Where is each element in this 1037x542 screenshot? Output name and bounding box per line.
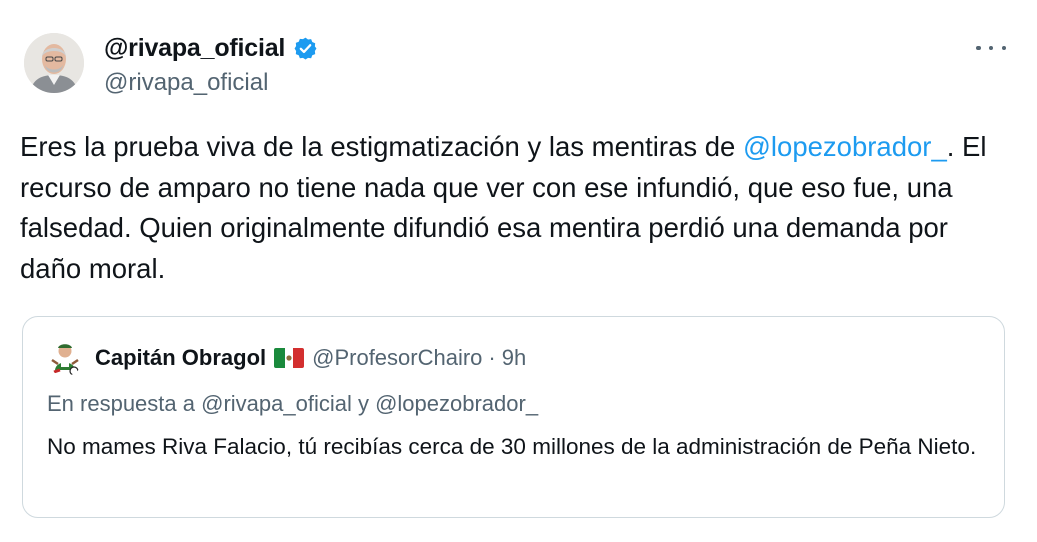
reply-context: En respuesta a @rivapa_oficial y @lopezo…	[47, 391, 538, 417]
header-separator: ·	[488, 345, 496, 370]
quoted-author-avatar[interactable]	[47, 340, 83, 376]
author-handle[interactable]: @rivapa_oficial	[104, 69, 268, 97]
tweet-card: @rivapa_oficial @rivapa_oficial Eres la …	[0, 0, 1037, 542]
quoted-author-name[interactable]: Capitán Obragol	[95, 345, 266, 371]
author-avatar[interactable]	[24, 33, 84, 93]
tweet-text: Eres la prueba viva de la estigmatizació…	[20, 127, 1010, 289]
quoted-author-handle[interactable]: @ProfesorChairo	[312, 345, 482, 371]
quoted-tweet[interactable]: Capitán Obragol @ProfesorChairo · 9h En …	[22, 316, 1005, 518]
author-avatar-image	[24, 33, 84, 93]
quoted-tweet-text: No mames Riva Falacio, tú recibías cerca…	[47, 434, 977, 459]
tweet-mention-link[interactable]: @lopezobrador_	[743, 131, 947, 162]
tweet-text-part1: Eres la prueba viva de la estigmatizació…	[20, 131, 743, 162]
verified-badge-icon[interactable]	[293, 36, 318, 61]
reply-mention-rivapa[interactable]: @rivapa_oficial	[201, 391, 352, 416]
author-name-row: @rivapa_oficial	[104, 32, 318, 64]
mexico-flag-icon	[274, 348, 305, 368]
quoted-tweet-time[interactable]: 9h	[502, 345, 526, 371]
author-display-name[interactable]: @rivapa_oficial	[104, 34, 285, 63]
reply-joiner: y	[351, 391, 376, 416]
reply-mention-lopezobrador[interactable]: @lopezobrador_	[375, 391, 538, 416]
reply-prefix: En respuesta a	[47, 391, 202, 416]
more-options-icon[interactable]	[976, 38, 1006, 58]
quoted-tweet-header: Capitán Obragol @ProfesorChairo · 9h	[47, 340, 526, 376]
